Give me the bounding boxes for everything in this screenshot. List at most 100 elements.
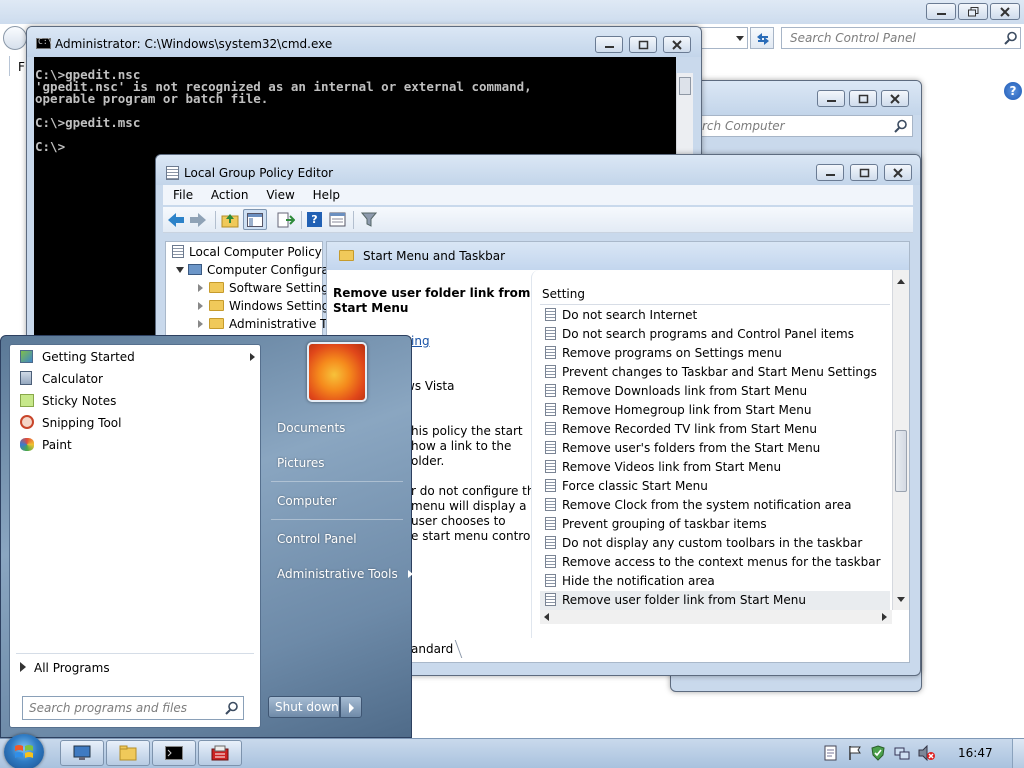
tree-windows-settings[interactable]: Windows Setting (198, 299, 329, 313)
forward-arrow-icon[interactable] (189, 212, 207, 228)
scroll-up-icon[interactable] (896, 277, 906, 285)
program-sticky-notes[interactable]: Sticky Notes (20, 390, 116, 412)
menu-help[interactable]: Help (313, 188, 340, 202)
help-icon[interactable]: ? (1004, 82, 1022, 100)
gpe-close-button[interactable] (884, 164, 912, 181)
menu-action[interactable]: Action (211, 188, 249, 202)
description-para-2: r do not configure this menu will displa… (411, 484, 545, 543)
menu-view[interactable]: View (266, 188, 294, 202)
setting-row[interactable]: Remove user folder link from Start Menu (540, 591, 890, 610)
show-hide-tree-button[interactable] (243, 209, 267, 230)
tree-local-computer-policy[interactable]: Local Computer Policy (172, 245, 322, 259)
refresh-button[interactable] (750, 27, 774, 49)
taskbar-explorer[interactable] (106, 740, 150, 766)
close-button[interactable] (990, 3, 1020, 20)
start-link-control-panel[interactable]: Control Panel (277, 532, 357, 546)
computer-close-button[interactable] (881, 90, 909, 107)
edit-policy-link[interactable]: ing (411, 334, 430, 348)
cmd-close-button[interactable] (663, 36, 691, 53)
scroll-left-icon[interactable] (543, 612, 551, 622)
all-programs-button[interactable]: All Programs (20, 661, 110, 675)
column-header-setting[interactable]: Setting (540, 285, 890, 305)
restore-button[interactable] (958, 3, 988, 20)
show-desktop-button[interactable] (1012, 739, 1024, 768)
scroll-thumb[interactable] (679, 77, 691, 95)
settings-scrollbar[interactable] (892, 270, 909, 610)
network-icon[interactable] (894, 745, 910, 761)
address-bar[interactable] (700, 27, 748, 49)
setting-row[interactable]: Hide the notification area (540, 572, 890, 591)
computer-minimize-button[interactable] (817, 90, 845, 107)
back-button[interactable] (3, 26, 27, 50)
up-folder-icon[interactable] (221, 212, 239, 228)
program-paint[interactable]: Paint (20, 434, 72, 456)
tree-administrative-templates[interactable]: Administrative Te (198, 317, 333, 331)
setting-row[interactable]: Remove Videos link from Start Menu (540, 458, 890, 477)
computer-search[interactable]: rch Computer (693, 115, 913, 137)
setting-row[interactable]: Remove Recorded TV link from Start Menu (540, 420, 890, 439)
control-panel-search[interactable]: Search Control Panel (781, 27, 1021, 49)
taskbar-cmd[interactable] (152, 740, 196, 766)
help-button[interactable]: ? (307, 212, 322, 227)
computer-maximize-button[interactable] (849, 90, 877, 107)
setting-row[interactable]: Do not search Internet (540, 306, 890, 325)
taskbar-control-panel[interactable] (60, 740, 104, 766)
scroll-thumb[interactable] (895, 430, 907, 492)
program-calculator[interactable]: Calculator (20, 368, 103, 390)
settings-hscrollbar[interactable] (540, 610, 892, 624)
taskbar-clock[interactable]: 16:47 (958, 746, 993, 760)
program-snipping-tool[interactable]: Snipping Tool (20, 412, 121, 434)
taskbar-group-policy[interactable] (198, 740, 242, 766)
start-search-placeholder: Search programs and files (29, 701, 187, 715)
back-arrow-icon[interactable] (167, 212, 185, 228)
setting-row[interactable]: Force classic Start Menu (540, 477, 890, 496)
start-link-administrative-tools[interactable]: Administrative Tools (277, 567, 414, 581)
folder-icon (209, 300, 224, 311)
menu-file[interactable]: File (173, 188, 193, 202)
cmd-maximize-button[interactable] (629, 36, 657, 53)
shutdown-options-button[interactable] (340, 696, 362, 718)
start-link-documents[interactable]: Documents (277, 421, 345, 435)
folder-icon (209, 318, 224, 329)
scroll-down-icon[interactable] (896, 596, 906, 604)
minimize-button[interactable] (926, 3, 956, 20)
refresh-icon (757, 33, 769, 45)
program-getting-started[interactable]: Getting Started (20, 346, 255, 368)
cmd-minimize-button[interactable] (595, 36, 623, 53)
policy-setting-icon (545, 574, 556, 587)
setting-row[interactable]: Remove user's folders from the Start Men… (540, 439, 890, 458)
start-search-box[interactable]: Search programs and files (22, 696, 244, 720)
policy-setting-icon (545, 517, 556, 530)
setting-row[interactable]: Prevent changes to Taskbar and Start Men… (540, 363, 890, 382)
user-picture[interactable] (307, 342, 367, 402)
setting-row[interactable]: Remove Clock from the system notificatio… (540, 496, 890, 515)
scroll-right-icon[interactable] (880, 612, 888, 622)
system-tray (818, 740, 948, 766)
start-link-computer[interactable]: Computer (277, 494, 337, 508)
setting-row[interactable]: Remove programs on Settings menu (540, 344, 890, 363)
tree-software-settings[interactable]: Software Settings (198, 281, 335, 295)
setting-row[interactable]: Prevent grouping of taskbar items (540, 515, 890, 534)
gpe-maximize-button[interactable] (850, 164, 878, 181)
start-link-pictures[interactable]: Pictures (277, 456, 325, 470)
export-list-icon[interactable] (277, 212, 295, 228)
properties-icon[interactable] (329, 212, 347, 228)
close-icon (893, 168, 903, 178)
action-center-flag-icon[interactable] (848, 745, 862, 761)
volume-muted-icon[interactable] (918, 745, 936, 761)
computer-icon (188, 264, 202, 275)
filter-icon[interactable] (361, 212, 377, 228)
setting-row[interactable]: Do not search programs and Control Panel… (540, 325, 890, 344)
security-shield-icon[interactable] (870, 745, 886, 761)
gpe-app-icon (166, 166, 179, 180)
gpe-minimize-button[interactable] (816, 164, 844, 181)
setting-row[interactable]: Do not display any custom toolbars in th… (540, 534, 890, 553)
tree-computer-configuration[interactable]: Computer Configura (176, 263, 329, 277)
setting-row[interactable]: Remove Downloads link from Start Menu (540, 382, 890, 401)
document-icon[interactable] (824, 745, 838, 761)
start-button[interactable] (4, 734, 44, 768)
setting-row[interactable]: Remove access to the context menus for t… (540, 553, 890, 572)
cmd-line: C:\>gpedit.msc (35, 115, 141, 130)
shutdown-button[interactable]: Shut down (268, 696, 340, 718)
setting-row[interactable]: Remove Homegroup link from Start Menu (540, 401, 890, 420)
